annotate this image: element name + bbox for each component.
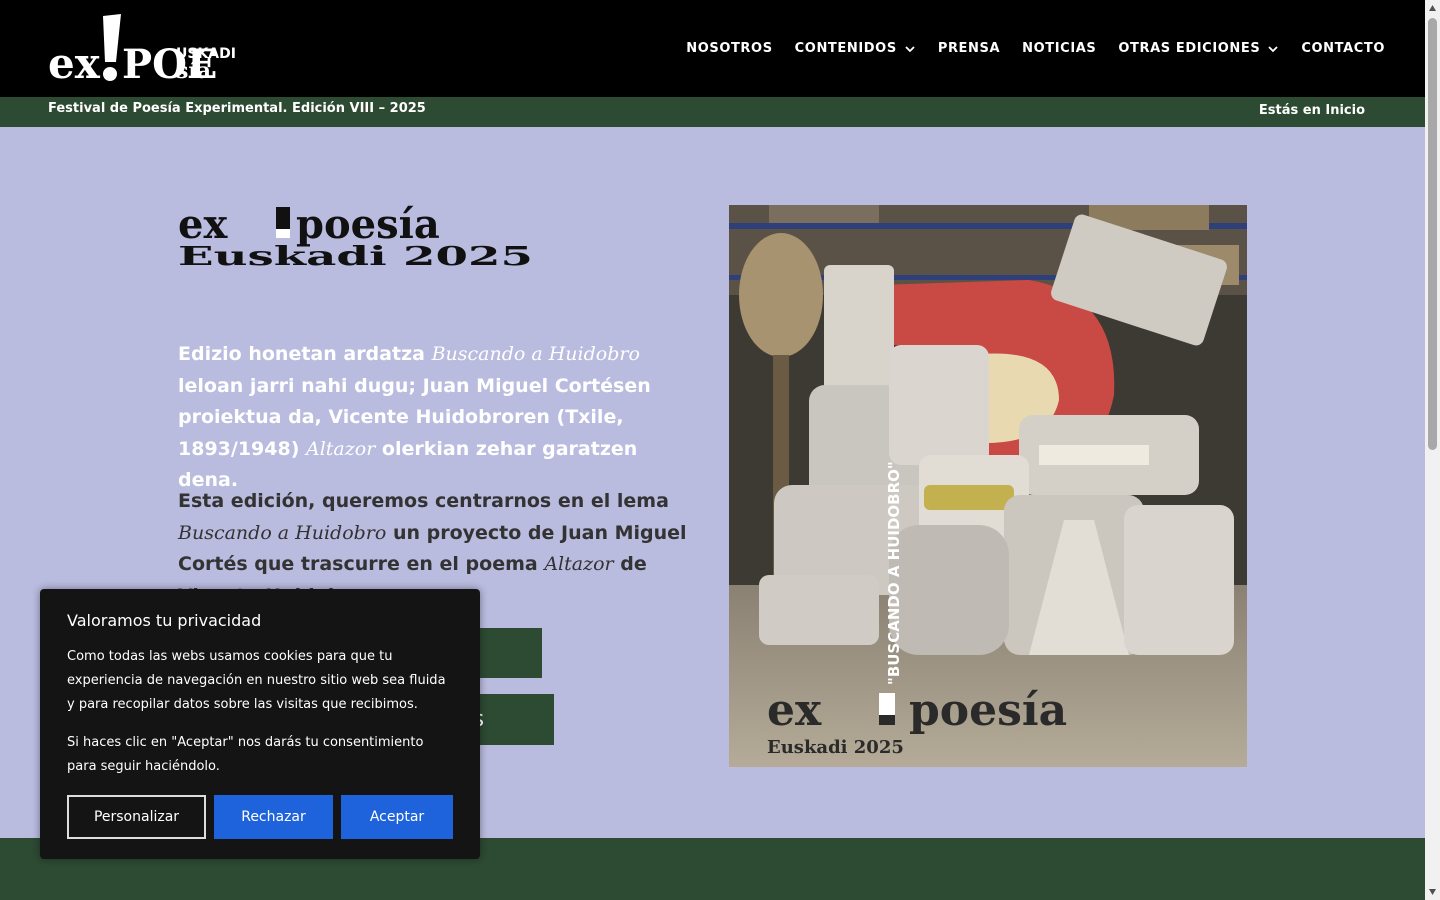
- nav-noticias[interactable]: NOTICIAS: [1022, 41, 1096, 56]
- scroll-down-arrow-icon[interactable]: [1428, 887, 1437, 896]
- svg-text:ex: ex: [48, 39, 101, 86]
- accept-button[interactable]: Aceptar: [341, 795, 453, 839]
- cookie-consent-note: Si haces clic en "Aceptar" nos darás tu …: [67, 735, 424, 774]
- reject-button[interactable]: Rechazar: [214, 795, 333, 839]
- p2-em-title: Buscando a Huidobro: [178, 521, 387, 544]
- nav-contenidos[interactable]: CONTENIDOS: [795, 41, 916, 56]
- nav-noticias-label: NOTICIAS: [1022, 41, 1097, 56]
- nav-prensa-label: PRENSA: [937, 41, 1001, 56]
- scroll-up-arrow-icon[interactable]: [1428, 4, 1437, 13]
- nav-contacto-label: CONTACTO: [1301, 41, 1385, 56]
- breadcrumb: Estás en Inicio: [1258, 103, 1365, 118]
- p2-text-a: Esta edición, queremos centrarnos en el …: [178, 490, 669, 512]
- svg-text:ex: ex: [767, 685, 822, 736]
- chevron-down-icon: [1268, 45, 1278, 52]
- nav-contenidos-label: CONTENIDOS: [794, 41, 897, 56]
- nav-contacto[interactable]: CONTACTO: [1301, 41, 1385, 56]
- expoesia-logo: ex poesía Euskadi 2025: [178, 205, 533, 272]
- p1-text-a: Edizio honetan ardatza: [178, 343, 432, 365]
- nav-prensa[interactable]: PRENSA: [938, 41, 1000, 56]
- cookie-consent-banner: Valoramos tu privacidad Como todas las w…: [40, 589, 480, 859]
- festival-poster: "BUSCANDO A HUIDOBRO" ex poesía Euskadi …: [729, 205, 1247, 767]
- site-logo[interactable]: ex POE USKADI sía: [48, 12, 238, 86]
- main-nav: NOSOTROS CONTENIDOS PRENSA NOTICIAS OTRA…: [686, 0, 1385, 97]
- site-header: ex POE USKADI sía NOSOTROS CONTENIDOS PR…: [0, 0, 1425, 97]
- poster-subtitle: Euskadi 2025: [767, 737, 904, 758]
- page-scrollbar[interactable]: [1425, 0, 1440, 900]
- cookie-description: Como todas las webs usamos cookies para …: [67, 649, 446, 712]
- svg-text:sía: sía: [176, 58, 211, 84]
- nav-nosotros-label: NOSOTROS: [686, 41, 773, 56]
- festival-tagline: Festival de Poesía Experimental. Edición…: [48, 101, 426, 116]
- p1-em-poem: Altazor: [306, 437, 376, 460]
- scrollbar-thumb[interactable]: [1428, 18, 1437, 450]
- nav-otras-ediciones[interactable]: OTRAS EDICIONES: [1118, 41, 1279, 56]
- poster-vertical-text: "BUSCANDO A HUIDOBRO": [885, 461, 903, 685]
- chevron-down-icon: [905, 45, 915, 52]
- p2-em-poem: Altazor: [544, 553, 614, 575]
- nav-nosotros[interactable]: NOSOTROS: [686, 41, 772, 56]
- logo-subtitle: Euskadi 2025: [178, 242, 533, 272]
- svg-text:poesía: poesía: [909, 685, 1067, 736]
- intro-paragraph-eu: Edizio honetan ardatza Buscando a Huidob…: [178, 339, 703, 497]
- p1-em-title: Buscando a Huidobro: [431, 343, 640, 365]
- sub-bar: Festival de Poesía Experimental. Edición…: [0, 97, 1425, 127]
- customize-button[interactable]: Personalizar: [67, 795, 206, 839]
- cookie-title: Valoramos tu privacidad: [67, 611, 262, 630]
- nav-otras-ediciones-label: OTRAS EDICIONES: [1118, 41, 1261, 56]
